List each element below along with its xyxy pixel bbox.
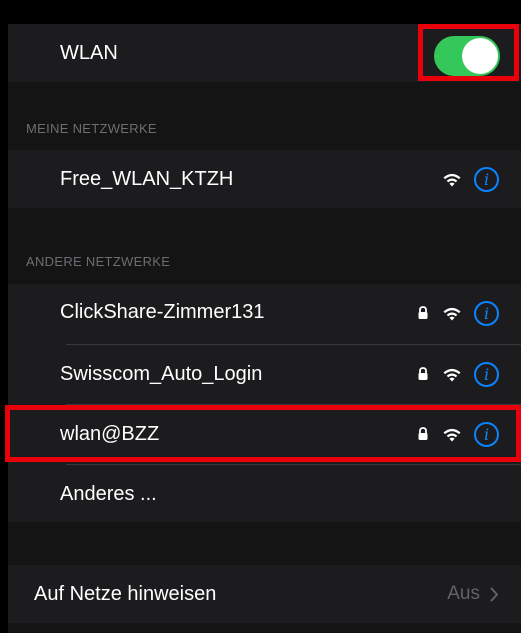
network-name: ClickShare-Zimmer131 xyxy=(60,301,265,323)
lock-icon xyxy=(418,306,428,319)
section-gap-2 xyxy=(8,208,521,284)
ask-to-join-row[interactable]: Auf Netze hinweisen Aus xyxy=(8,565,521,623)
network-icons: i xyxy=(442,150,499,208)
info-icon[interactable]: i xyxy=(474,166,499,192)
wifi-icon xyxy=(443,307,461,321)
section-gap-3 xyxy=(8,522,521,565)
my-networks-header: MEINE NETZWERKE xyxy=(26,121,157,136)
network-row-free-wlan-ktzh[interactable]: Free_WLAN_KTZH i xyxy=(8,150,521,208)
chevron-right-icon xyxy=(490,587,498,601)
info-icon[interactable]: i xyxy=(474,361,499,387)
info-icon[interactable]: i xyxy=(474,300,499,326)
network-icons: i xyxy=(416,284,499,342)
bottom-gap xyxy=(8,623,521,633)
ask-to-join-detail: Aus xyxy=(447,565,499,623)
wifi-icon xyxy=(443,173,461,187)
network-row-clickshare[interactable]: ClickShare-Zimmer131 i xyxy=(8,284,521,342)
wifi-icon xyxy=(443,368,461,382)
lock-icon xyxy=(418,367,428,380)
network-icons: i xyxy=(416,345,499,403)
other-networks-group: ClickShare-Zimmer131 i Swisscom_Auto_Log… xyxy=(8,284,521,522)
wlan-bzz-highlight xyxy=(5,405,521,462)
other-networks-header: ANDERE NETZWERKE xyxy=(26,254,171,269)
network-name: Free_WLAN_KTZH xyxy=(60,168,234,190)
network-name: Swisscom_Auto_Login xyxy=(60,363,263,385)
section-gap-1 xyxy=(8,82,521,150)
other-network-label: Anderes ... xyxy=(60,483,157,505)
network-row-other[interactable]: Anderes ... xyxy=(8,465,521,522)
wlan-label: WLAN xyxy=(60,42,118,64)
ask-to-join-value: Aus xyxy=(447,583,480,604)
wlan-toggle-highlight xyxy=(418,24,519,81)
network-row-swisscom[interactable]: Swisscom_Auto_Login i xyxy=(8,345,521,403)
ask-to-join-label: Auf Netze hinweisen xyxy=(34,583,217,605)
